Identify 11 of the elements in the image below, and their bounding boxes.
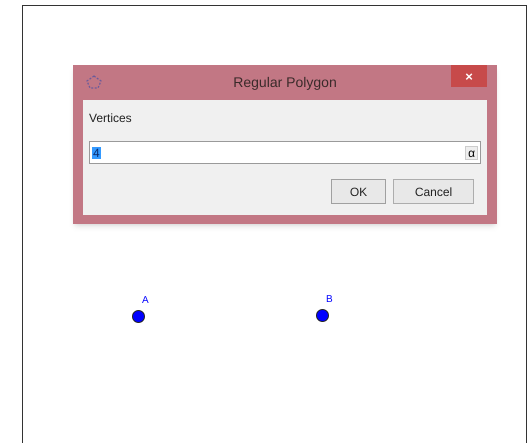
point-label: B bbox=[326, 295, 333, 305]
dialog-button[interactable]: OK bbox=[331, 179, 386, 204]
close-button[interactable]: × bbox=[451, 65, 487, 87]
field-label: Vertices bbox=[89, 110, 133, 127]
symbol-button[interactable]: α bbox=[465, 146, 478, 160]
input-value: 4 bbox=[92, 146, 101, 158]
input-field[interactable]: 4 α bbox=[89, 141, 481, 164]
window-title: Regular Polygon bbox=[233, 73, 337, 92]
point-label: A bbox=[142, 296, 149, 306]
polygon-icon bbox=[86, 75, 102, 89]
dialog-button[interactable]: Cancel bbox=[393, 179, 474, 204]
